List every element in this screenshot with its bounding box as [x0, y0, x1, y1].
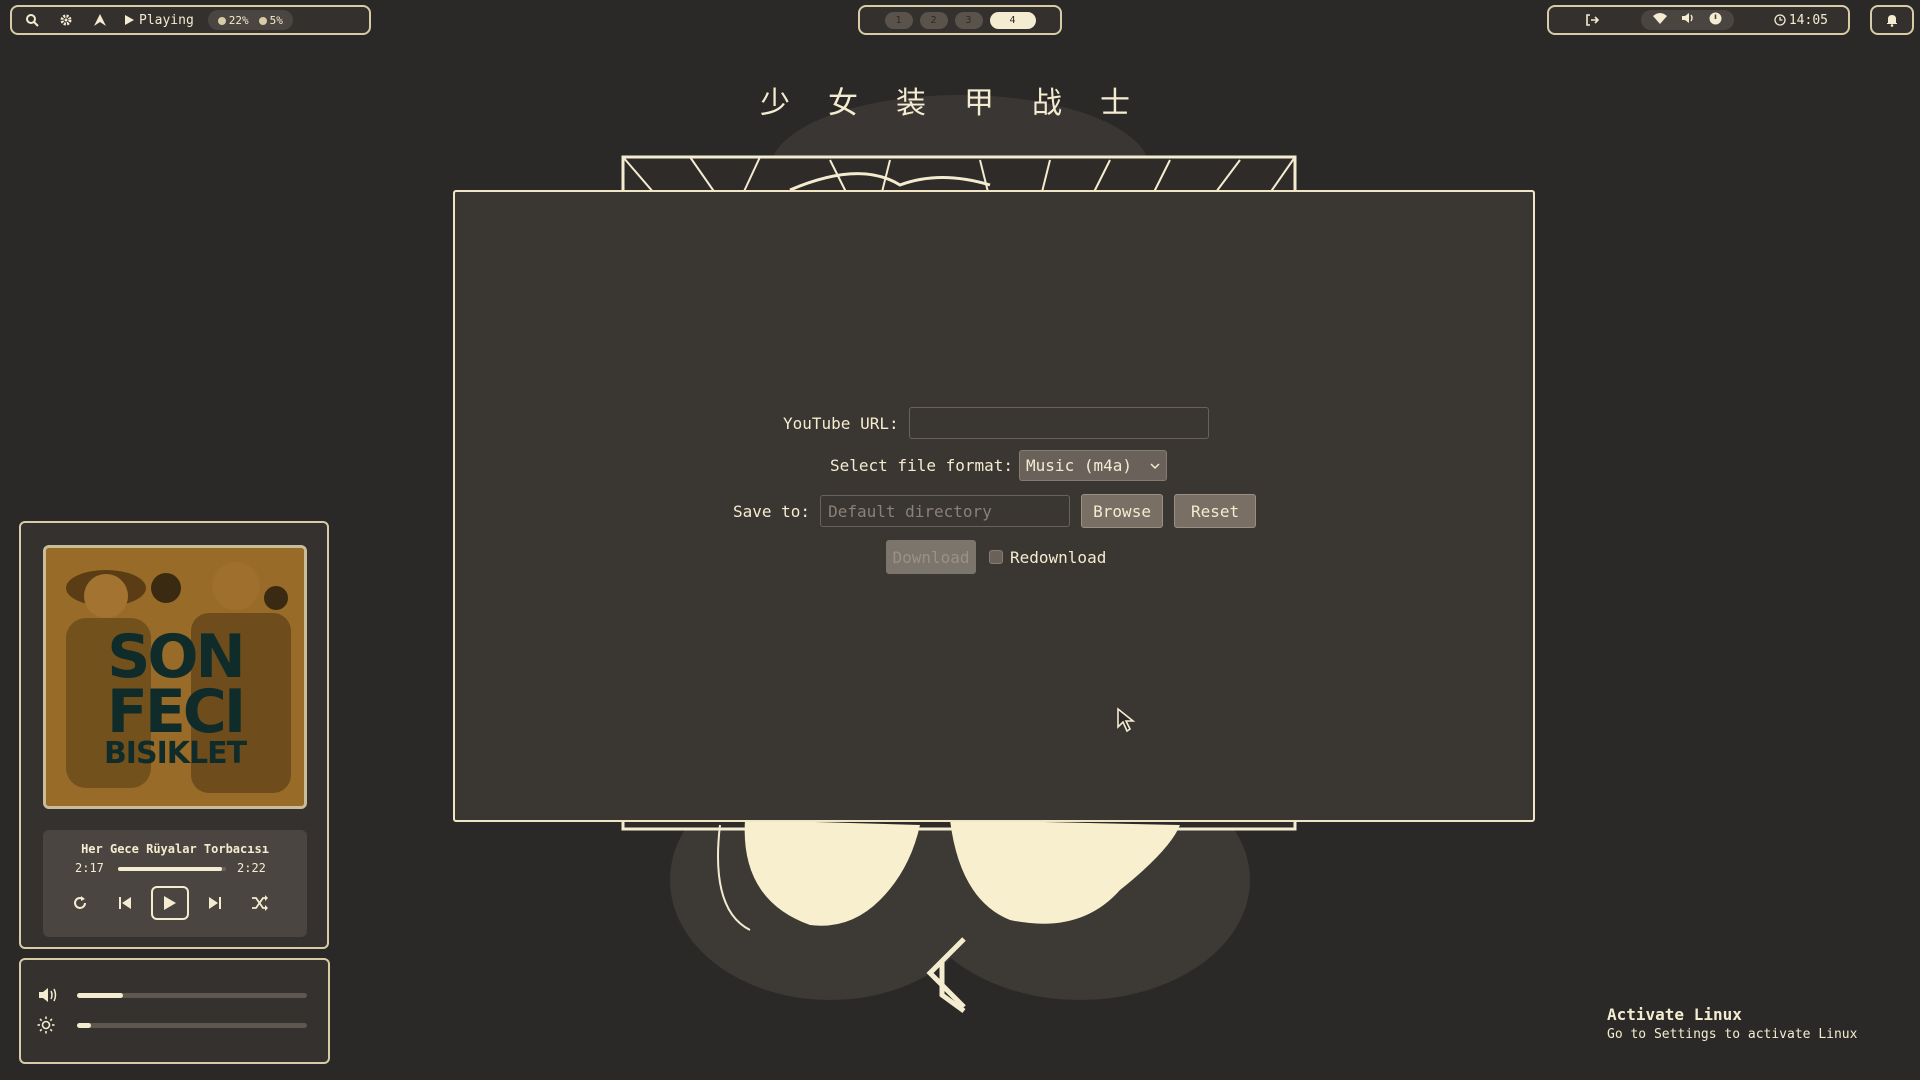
- next-icon: [209, 897, 221, 909]
- format-label: Select file format:: [830, 456, 1014, 475]
- repeat-button[interactable]: [65, 888, 95, 918]
- volume-icon[interactable]: [1681, 12, 1695, 28]
- save-row: Save to: Browse Reset: [733, 494, 1257, 528]
- playing-label: Playing: [139, 12, 194, 28]
- shuffle-button[interactable]: [245, 888, 275, 918]
- volume-icon: [39, 988, 57, 1002]
- workspace-4[interactable]: 4: [989, 11, 1036, 29]
- redownload-checkbox[interactable]: [989, 550, 1003, 564]
- volume-slider[interactable]: [77, 993, 307, 998]
- clock-icon: [1774, 14, 1786, 26]
- wallpaper-title: 少女装甲战士: [760, 86, 1168, 121]
- brightness-icon: [37, 1016, 55, 1034]
- progress-fill: [118, 867, 223, 871]
- browse-button[interactable]: Browse: [1081, 494, 1164, 528]
- now-playing-indicator[interactable]: Playing: [124, 13, 194, 28]
- search-icon[interactable]: [22, 10, 42, 30]
- format-row: Select file format: Music (m4a): [830, 450, 1168, 481]
- logout-icon[interactable]: [1583, 10, 1601, 30]
- notifications-button[interactable]: [1870, 5, 1914, 35]
- resource-usage: 22% 5%: [207, 10, 293, 30]
- chevron-down-icon: [1150, 462, 1160, 469]
- youtube-downloader-window: YouTube URL: Select file format: Music (…: [453, 190, 1535, 822]
- url-row: YouTube URL:: [783, 407, 1209, 439]
- url-label: YouTube URL:: [783, 413, 899, 433]
- progress-bar[interactable]: [118, 867, 226, 871]
- track-title: Her Gece Rüyalar Torbacısı: [81, 842, 269, 856]
- play-icon: [125, 15, 134, 25]
- cpu-icon: [217, 16, 226, 25]
- desktop: 少女装甲战士 Playing 22% 5% 1 2 3 4 14:05 YouT…: [0, 0, 1920, 1080]
- next-button[interactable]: [200, 888, 230, 918]
- url-input[interactable]: [908, 407, 1209, 439]
- download-row: Download Redownload: [886, 540, 1106, 574]
- workspace-switcher: 1 2 3 4: [858, 5, 1062, 35]
- system-tray: [1640, 10, 1734, 30]
- clock[interactable]: 14:05: [1774, 13, 1828, 28]
- download-button[interactable]: Download: [886, 540, 976, 574]
- arch-logo-icon[interactable]: [90, 10, 110, 30]
- save-directory-input[interactable]: [820, 495, 1071, 527]
- workspace-1[interactable]: 1: [884, 11, 913, 29]
- album-art: SON FECI BISIKLET: [43, 545, 307, 809]
- media-player-widget: SON FECI BISIKLET Her Gece Rüyalar Torba…: [19, 521, 329, 949]
- brightness-slider-fill: [77, 1023, 91, 1028]
- volume-slider-fill: [77, 993, 123, 998]
- ram-icon: [258, 16, 267, 25]
- reset-button[interactable]: Reset: [1174, 494, 1257, 528]
- workspace-2[interactable]: 2: [919, 11, 948, 29]
- workspace-3[interactable]: 3: [954, 11, 983, 29]
- redownload-label[interactable]: Redownload: [1010, 548, 1106, 567]
- clock-time: 14:05: [1788, 12, 1828, 28]
- topbar-left: Playing 22% 5%: [10, 5, 371, 35]
- duration-time: 2:22: [237, 861, 266, 875]
- mouse-cursor-icon: [1117, 707, 1136, 733]
- volume-row: [37, 986, 59, 1004]
- format-select[interactable]: Music (m4a): [1019, 450, 1168, 481]
- format-selected-value: Music (m4a): [1026, 456, 1132, 475]
- power-icon[interactable]: [1709, 12, 1722, 29]
- brightness-slider[interactable]: [77, 1023, 307, 1028]
- gear-icon[interactable]: [56, 10, 76, 30]
- wifi-icon[interactable]: [1652, 12, 1667, 28]
- elapsed-time: 2:17: [75, 861, 104, 875]
- previous-button[interactable]: [110, 888, 140, 918]
- player-controls-card: Her Gece Rüyalar Torbacısı 2:17 2:22: [43, 830, 307, 937]
- wallpaper-logo-icon: [926, 937, 966, 1014]
- save-label: Save to:: [733, 501, 811, 521]
- watermark-title: Activate Linux: [1607, 1005, 1742, 1024]
- activate-linux-watermark: Activate Linux Go to Settings to activat…: [1607, 1005, 1857, 1042]
- repeat-icon: [74, 896, 86, 909]
- ram-usage: 5%: [258, 14, 283, 27]
- quick-sliders-widget: [19, 958, 330, 1064]
- previous-icon: [119, 897, 131, 909]
- cpu-usage: 22%: [217, 14, 249, 27]
- play-icon: [164, 896, 176, 910]
- watermark-subtitle: Go to Settings to activate Linux: [1607, 1027, 1858, 1042]
- album-title-text: SON FECI BISIKLET: [103, 622, 247, 772]
- topbar-right: 14:05: [1547, 5, 1850, 35]
- brightness-row: [37, 1016, 59, 1034]
- shuffle-icon: [252, 895, 268, 911]
- bell-icon: [1887, 15, 1897, 27]
- play-button[interactable]: [151, 886, 189, 920]
